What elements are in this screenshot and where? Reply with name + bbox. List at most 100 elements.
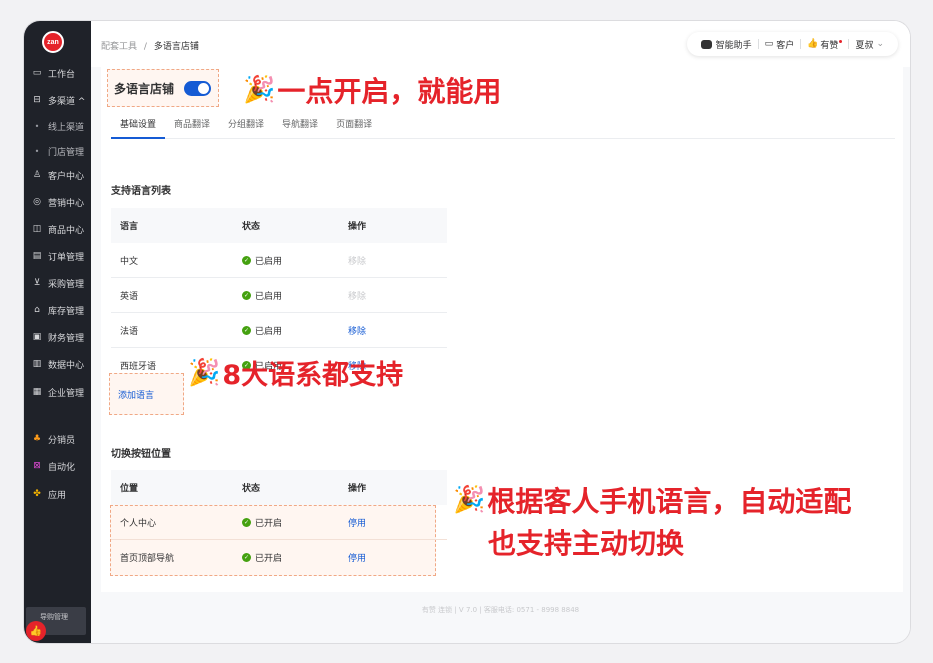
sidebar-item-online-channel[interactable]: • 线上渠道 bbox=[24, 115, 91, 137]
sidebar-item-enterprise[interactable]: ▦ 企业管理 bbox=[24, 381, 91, 403]
status-cell: ✓ 已开启 bbox=[242, 551, 348, 564]
disable-button[interactable]: 停用 bbox=[348, 516, 447, 529]
enterprise-icon: ▦ bbox=[32, 387, 42, 397]
status-text: 已启用 bbox=[255, 326, 283, 337]
status-text: 已启用 bbox=[255, 256, 283, 267]
channel-icon: ⊟ bbox=[33, 95, 41, 105]
sidebar-item-label: 多渠道 ^ bbox=[48, 96, 86, 107]
sidebar-item-label: 自动化 bbox=[48, 462, 76, 473]
position-name: 首页顶部导航 bbox=[120, 554, 175, 564]
chat-icon: ▭ bbox=[764, 39, 774, 49]
sidebar-item-finance[interactable]: ▣ 财务管理 bbox=[24, 326, 91, 348]
tab-bar: 基础设置 商品翻译 分组翻译 导航翻译 页面翻译 bbox=[111, 115, 895, 139]
sidebar-item-orders[interactable]: ▤ 订单管理 bbox=[24, 245, 91, 267]
table-row: 个人中心 ✓ 已开启 停用 bbox=[111, 505, 447, 540]
header-status: 状态 bbox=[242, 222, 261, 232]
sidebar-item-label: 数据中心 bbox=[48, 360, 85, 371]
status-cell: ✓ 已启用 bbox=[242, 254, 348, 267]
breadcrumb: 配套工具 / 多语言店铺 bbox=[101, 39, 199, 52]
sidebar-item-label: 线上渠道 bbox=[48, 122, 85, 133]
bullet-icon: • bbox=[34, 121, 40, 131]
footer: 有赞 连锁 | V 7.0 | 客服电话: 0571 - 8998 8848 bbox=[421, 606, 580, 614]
youzan-label: 有赞 bbox=[820, 40, 839, 51]
sidebar-item-workbench[interactable]: ▭ 工作台 bbox=[24, 62, 91, 84]
check-circle-icon: ✓ bbox=[242, 255, 251, 265]
promo-text: 根据客人手机语言，自动适配 bbox=[487, 485, 852, 518]
sidebar-item-label: 应用 bbox=[48, 490, 67, 501]
promo-text: 一点开启，就能用 bbox=[277, 75, 502, 108]
sidebar-item-multichannel[interactable]: ⊟ 多渠道 ^ bbox=[24, 89, 91, 111]
sidebar-item-customers[interactable]: ♙ 客户中心 bbox=[24, 164, 91, 186]
thumbs-up-icon: 👍 bbox=[807, 39, 819, 49]
sidebar-item-label: 营销中心 bbox=[48, 198, 85, 209]
header-language: 语言 bbox=[120, 222, 139, 232]
party-popper-icon: 🎉 bbox=[243, 75, 276, 105]
sidebar-item-distributor[interactable]: ♣ 分销员 bbox=[24, 428, 91, 450]
warehouse-icon: ⌂ bbox=[34, 305, 40, 315]
check-circle-icon: ✓ bbox=[242, 517, 251, 527]
toggle-knob bbox=[198, 82, 210, 94]
distributor-icon: ♣ bbox=[32, 434, 42, 444]
notification-dot bbox=[839, 39, 843, 43]
sidebar-item-apps[interactable]: ✤ 应用 bbox=[24, 483, 91, 505]
assistant-button[interactable]: 智能助手 bbox=[695, 38, 758, 51]
remove-button: 移除 bbox=[348, 256, 367, 267]
workbench-icon: ▭ bbox=[32, 68, 42, 78]
add-language-button[interactable]: 添加语言 bbox=[109, 373, 184, 415]
status-text: 已开启 bbox=[255, 554, 283, 564]
tab-basic-settings[interactable]: 基础设置 bbox=[111, 115, 166, 139]
header-status: 状态 bbox=[242, 484, 261, 494]
language-name: 中文 bbox=[120, 256, 139, 267]
check-circle-icon: ✓ bbox=[242, 290, 251, 300]
breadcrumb-separator: / bbox=[143, 42, 147, 52]
thumbs-up-icon[interactable]: 👍 bbox=[26, 621, 46, 641]
header-action: 操作 bbox=[348, 222, 367, 232]
switch-section-title: 切换按钮位置 bbox=[111, 449, 171, 460]
enable-toggle[interactable] bbox=[184, 80, 212, 96]
sidebar-item-marketing[interactable]: ◎ 营销中心 bbox=[24, 191, 91, 213]
sidebar-item-purchasing[interactable]: ⊻ 采购管理 bbox=[24, 272, 91, 294]
promo-text: 也支持主动切换 bbox=[488, 527, 685, 560]
sidebar-item-products[interactable]: ◫ 商品中心 bbox=[24, 218, 91, 240]
language-name: 法语 bbox=[120, 326, 139, 337]
bullet-icon: • bbox=[34, 146, 40, 156]
sidebar-item-label: 财务管理 bbox=[48, 333, 85, 344]
page-title-box: 多语言店铺 bbox=[107, 69, 219, 107]
sidebar-item-automation[interactable]: ⊠ 自动化 bbox=[24, 455, 91, 477]
user-menu[interactable]: 夏叔 ⌄ bbox=[849, 38, 890, 51]
check-circle-icon: ✓ bbox=[242, 553, 251, 562]
party-popper-icon: 🎉 bbox=[453, 485, 486, 515]
table-row: 首页顶部导航 ✓ 已开启 停用 bbox=[111, 540, 447, 575]
sidebar-item-store-management[interactable]: • 门店管理 bbox=[24, 140, 91, 162]
remove-button[interactable]: 移除 bbox=[348, 324, 447, 337]
page-title: 多语言店铺 bbox=[114, 81, 175, 96]
table-row: 中文 ✓ 已启用 移除 bbox=[111, 243, 447, 278]
position-name: 个人中心 bbox=[120, 518, 157, 529]
breadcrumb-parent[interactable]: 配套工具 bbox=[101, 42, 137, 52]
logo[interactable]: zan bbox=[42, 31, 64, 53]
customer-button[interactable]: ▭ 客户 bbox=[759, 38, 801, 51]
promo-manual-switch: 也支持主动切换 bbox=[488, 522, 684, 562]
sidebar-item-label: 导购管理 bbox=[40, 613, 68, 621]
remove-button: 移除 bbox=[348, 291, 367, 302]
youzan-button[interactable]: 👍 有赞 bbox=[801, 38, 848, 51]
party-popper-icon: 🎉 bbox=[188, 357, 221, 388]
tab-product-translation[interactable]: 商品翻译 bbox=[165, 115, 219, 139]
promo-eight-languages: 🎉 8大语系都支持 bbox=[188, 353, 403, 392]
table-row: 法语 ✓ 已启用 移除 bbox=[111, 313, 447, 348]
sidebar-item-data[interactable]: ▥ 数据中心 bbox=[24, 353, 91, 375]
disable-button[interactable]: 停用 bbox=[348, 551, 447, 564]
table-header: 位置 状态 操作 bbox=[111, 470, 447, 505]
finance-icon: ▣ bbox=[32, 332, 42, 342]
bag-icon: ◫ bbox=[32, 224, 42, 234]
status-cell: ✓ 已开启 bbox=[242, 516, 348, 529]
sidebar-item-label: 采购管理 bbox=[48, 279, 85, 290]
chevron-down-icon: ⌄ bbox=[876, 39, 884, 49]
sidebar-item-label: 企业管理 bbox=[48, 388, 85, 399]
tab-nav-translation[interactable]: 导航翻译 bbox=[273, 115, 327, 139]
sidebar-item-inventory[interactable]: ⌂ 库存管理 bbox=[24, 299, 91, 321]
top-bar: 配套工具 / 多语言店铺 智能助手 ▭ 客户 👍 有赞 夏叔 ⌄ bbox=[91, 21, 910, 67]
tab-group-translation[interactable]: 分组翻译 bbox=[219, 115, 273, 139]
sidebar-item-label: 工作台 bbox=[48, 69, 76, 80]
tab-page-translation[interactable]: 页面翻译 bbox=[327, 115, 381, 139]
